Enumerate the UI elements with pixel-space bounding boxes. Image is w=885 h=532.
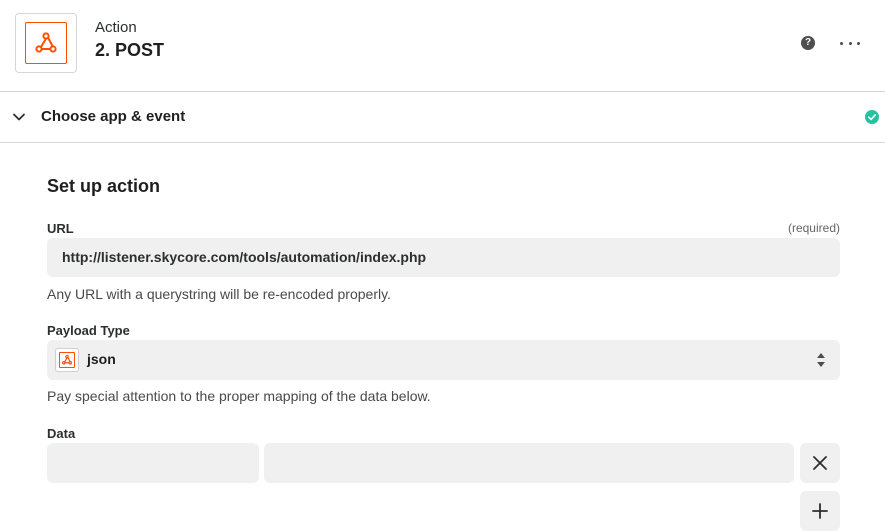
help-icon[interactable]: ? [801,36,815,50]
more-dot [857,41,860,45]
data-key-input[interactable] [47,443,259,483]
add-row-button[interactable] [800,491,840,531]
check-circle-icon [865,110,879,124]
data-label: Data [47,426,76,441]
payload-type-label: Payload Type [47,323,130,338]
more-icon[interactable] [840,33,860,53]
close-icon [813,456,827,470]
plus-icon [812,503,828,519]
payload-type-value: json [87,351,116,367]
url-required-label: (required) [787,221,840,235]
remove-row-button[interactable] [800,443,840,483]
webhook-icon [55,348,79,372]
chevron-down-icon [13,113,25,121]
step-type-label: Action [95,19,137,36]
payload-type-select[interactable]: json [47,340,840,380]
choose-app-event-section[interactable]: Choose app & event [0,92,885,143]
url-label: URL [47,221,74,236]
url-help-text: Any URL with a querystring will be re-en… [47,286,391,302]
url-input[interactable]: http://listener.skycore.com/tools/automa… [47,238,840,277]
step-title: 2. POST [95,40,165,60]
select-arrows-icon [817,353,825,367]
section-label: Choose app & event [41,108,186,125]
app-icon-box [15,13,77,73]
webhook-icon-frame [59,352,75,368]
more-dot [840,41,843,45]
data-value-input[interactable] [264,443,794,483]
webhook-icon [25,22,67,64]
more-dot [848,41,852,45]
step-header: Action 2. POST ? [0,0,885,92]
payload-type-help-text: Pay special attention to the proper mapp… [47,388,431,404]
setup-title: Set up action [47,176,161,196]
